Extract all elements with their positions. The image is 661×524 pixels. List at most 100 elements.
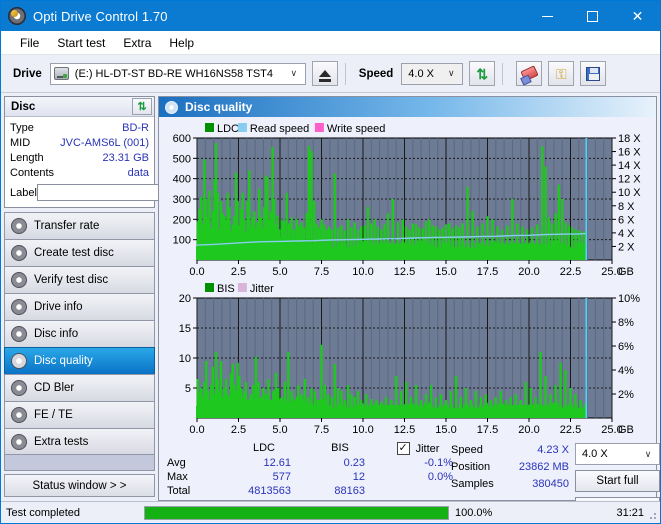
svg-text:4 X: 4 X (618, 228, 635, 240)
menu-bar: File Start test Extra Help (1, 31, 660, 55)
svg-text:18 X: 18 X (618, 133, 641, 145)
svg-text:200: 200 (173, 214, 191, 226)
sidebar-item-disc-quality[interactable]: Disc quality (4, 347, 155, 374)
svg-text:22.5: 22.5 (560, 424, 581, 436)
speed-select-value: 4.0 X (408, 67, 434, 80)
app-icon (8, 7, 26, 25)
stats-grid: LDC BIS ✓ Jitter Avg 12.61 0.23 -0.1% Ma… (167, 442, 453, 497)
sidebar-item-drive-info[interactable]: Drive info (4, 293, 155, 320)
erase-button[interactable] (516, 61, 543, 86)
eject-icon (318, 70, 331, 82)
start-full-button[interactable]: Start full (575, 470, 660, 492)
svg-text:7.5: 7.5 (314, 266, 329, 278)
disc-icon (11, 272, 27, 288)
svg-text:5.0: 5.0 (272, 266, 287, 278)
eject-button[interactable] (311, 61, 338, 86)
drive-select-value: (E:) HL-DT-ST BD-RE WH16NS58 TST4 (74, 67, 274, 80)
stats-max-jitter: 0.0% (427, 471, 453, 483)
sidebar-item-extra-tests[interactable]: Extra tests (4, 428, 155, 455)
svg-text:6 X: 6 X (618, 214, 635, 226)
chevron-down-icon: ∨ (448, 68, 455, 78)
samples-label: Samples (451, 478, 494, 490)
close-button[interactable]: ✕ (615, 1, 660, 31)
disc-row-length: Length 23.31 GB (10, 150, 149, 165)
stats-avg-ldc: 12.61 (263, 457, 291, 469)
disc-icon (11, 353, 27, 369)
disc-icon (11, 407, 27, 423)
svg-text:15.0: 15.0 (435, 266, 456, 278)
svg-text:17.5: 17.5 (477, 266, 498, 278)
sidebar-item-verify-test-disc[interactable]: Verify test disc (4, 266, 155, 293)
status-bar: Test completed 100.0% 31:21 (1, 501, 660, 523)
progress-percent: 100.0% (455, 506, 493, 519)
stats-header-bis: BIS (331, 442, 349, 454)
disc-panel-header: Disc ⇅ (5, 97, 154, 117)
sidebar-item-fe-te[interactable]: FE / TE (4, 401, 155, 428)
disc-length-label: Length (10, 151, 44, 164)
eraser-icon (520, 65, 539, 82)
svg-text:10.0: 10.0 (352, 424, 373, 436)
svg-text:20.0: 20.0 (518, 266, 539, 278)
refresh-icon: ⇅ (137, 101, 147, 113)
minimize-icon (542, 15, 553, 17)
minimize-button[interactable] (525, 1, 570, 31)
sidebar-item-transfer-rate[interactable]: Transfer rate (4, 212, 155, 239)
maximize-icon (587, 10, 598, 22)
svg-text:15: 15 (179, 323, 191, 335)
keys-icon: ⚿ (555, 65, 567, 82)
sidebar-item-create-test-disc[interactable]: Create test disc (4, 239, 155, 266)
stats-total-jitter (377, 485, 459, 497)
stats-total-bis: 88163 (334, 485, 365, 497)
toolbar-divider-2 (502, 62, 504, 85)
sidebar-item-cd-bler[interactable]: CD Bler (4, 374, 155, 401)
svg-text:10: 10 (179, 353, 191, 365)
svg-text:2.5: 2.5 (231, 266, 246, 278)
disc-contents-value: data (127, 166, 149, 179)
charts-area: LDC Read speed Write speed 100 200 300 400 500 6… (159, 117, 656, 438)
svg-text:Write speed: Write speed (327, 123, 386, 135)
svg-text:2 X: 2 X (618, 241, 635, 253)
chevron-down-icon: ∨ (644, 448, 652, 459)
menu-file[interactable]: File (11, 33, 48, 53)
sidebar-nav: Transfer rate Create test disc Verify te… (4, 212, 155, 455)
sidebar-item-disc-info[interactable]: Disc info (4, 320, 155, 347)
sidebar-spacer (4, 455, 155, 471)
stats-row-avg-label: Avg (167, 457, 186, 469)
svg-text:2.5: 2.5 (231, 424, 246, 436)
disc-refresh-button[interactable]: ⇅ (132, 98, 152, 115)
jitter-toggle[interactable]: ✓ Jitter (377, 442, 459, 455)
disc-icon (11, 245, 27, 261)
save-button[interactable] (580, 61, 607, 86)
refresh-button[interactable]: ⇅ (469, 61, 496, 86)
menu-extra[interactable]: Extra (114, 33, 160, 53)
test-speed-select[interactable]: 4.0 X ∨ (575, 443, 660, 465)
stats-max-ldc: 577 (272, 471, 291, 483)
disc-icon (11, 299, 27, 315)
status-text: Test completed (6, 506, 80, 519)
disc-icon (11, 218, 27, 234)
svg-text:16 X: 16 X (618, 147, 641, 159)
speed-select[interactable]: 4.0 X ∨ (401, 62, 464, 85)
disc-type-value: BD-R (122, 121, 149, 134)
svg-text:0.0: 0.0 (189, 266, 204, 278)
chevron-down-icon: ∨ (290, 68, 298, 78)
svg-text:14 X: 14 X (618, 160, 641, 172)
menu-start-test[interactable]: Start test (48, 33, 114, 53)
menu-help[interactable]: Help (160, 33, 203, 53)
svg-text:500: 500 (173, 153, 191, 165)
jitter-checkbox[interactable]: ✓ (396, 442, 410, 455)
speed-info-value: 4.23 X (537, 444, 569, 456)
settings-button[interactable]: ⚿ (548, 61, 575, 86)
stats-corner (167, 442, 225, 455)
svg-text:4%: 4% (618, 365, 634, 377)
resize-grip[interactable] (646, 509, 658, 521)
samples-value: 380450 (532, 478, 569, 490)
svg-text:5: 5 (185, 383, 191, 395)
sidebar-item-label: Verify test disc (34, 274, 109, 286)
refresh-icon: ⇅ (476, 65, 489, 82)
maximize-button[interactable] (570, 1, 615, 31)
drive-select[interactable]: (E:) HL-DT-ST BD-RE WH16NS58 TST4 ∨ (49, 62, 306, 85)
sidebar: Disc ⇅ Type BD-R MID JVC-AMS6L (001) Len… (1, 93, 205, 501)
content-header: Disc quality (159, 97, 656, 117)
status-window-button[interactable]: Status window > > (4, 474, 155, 497)
